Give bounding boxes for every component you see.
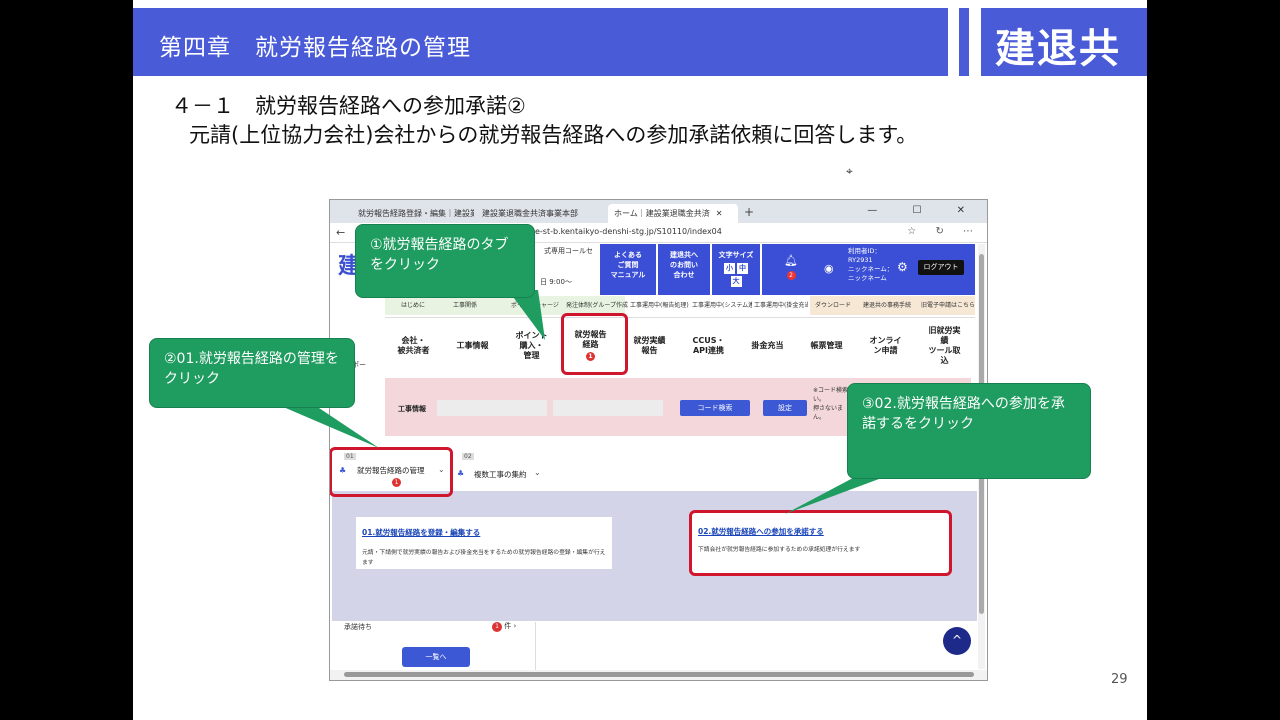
callout-step-1: ①就労報告経路のタブをクリック <box>355 224 535 298</box>
slide: 第四章 就労報告経路の管理 建退共 ４－１ 就労報告経路への参加承諾② 元請(上… <box>133 0 1147 720</box>
callout-step-2: ②01.就労報告経路の管理をクリック <box>149 338 355 408</box>
callout-step-3: ③02.就労報告経路への参加を承諾するをクリック <box>847 383 1091 479</box>
